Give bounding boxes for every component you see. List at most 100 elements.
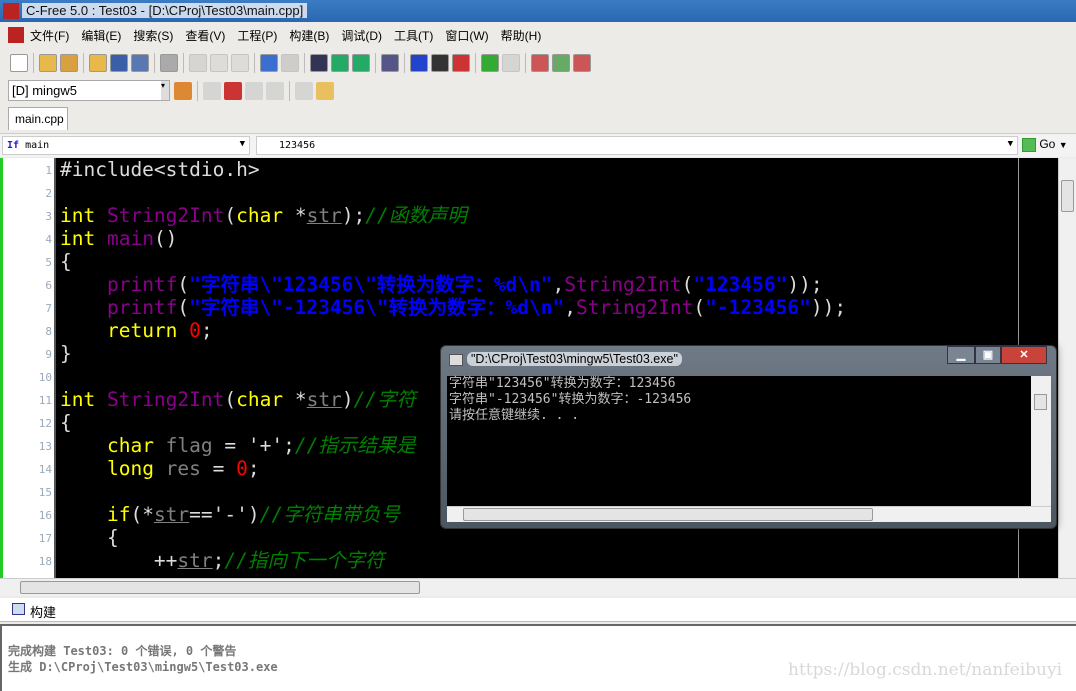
console-line: 请按任意键继续. . . bbox=[449, 408, 580, 423]
line-number: 14 bbox=[38, 463, 52, 476]
menu-item[interactable]: 文件(F) bbox=[24, 27, 75, 44]
function-select[interactable]: If main ▼ bbox=[2, 136, 250, 155]
line-number: 16 bbox=[38, 509, 52, 522]
scrollbar-thumb[interactable] bbox=[463, 508, 873, 521]
toolbar-separator bbox=[375, 53, 376, 73]
app-menu-icon[interactable] bbox=[8, 27, 24, 43]
code-token: ; bbox=[200, 319, 213, 342]
build-tab[interactable]: 构建 bbox=[30, 602, 56, 621]
stop-icon[interactable] bbox=[224, 82, 242, 100]
close-button[interactable]: ✕ bbox=[1001, 346, 1047, 364]
find-icon[interactable] bbox=[310, 54, 328, 72]
menu-item[interactable]: 窗口(W) bbox=[439, 27, 494, 44]
toolbar-separator bbox=[289, 81, 290, 101]
menu-item[interactable]: 工具(T) bbox=[388, 27, 439, 44]
step-over-icon[interactable] bbox=[245, 82, 263, 100]
chevron-down-icon[interactable]: ▼ bbox=[1008, 139, 1013, 149]
title-bar: C-Free 5.0 : Test03 - [D:\CProj\Test03\m… bbox=[0, 0, 1076, 22]
debug-toolbar bbox=[174, 78, 334, 104]
code-token: printf bbox=[106, 273, 178, 296]
find-in-files-icon[interactable] bbox=[381, 54, 399, 72]
navigation-bar: If main ▼ 123456 ▼ Go ▼ bbox=[0, 133, 1076, 157]
bookmark-icon[interactable] bbox=[410, 54, 428, 72]
open-project-icon[interactable] bbox=[60, 54, 78, 72]
code-line: char flag = '+';//指示结果是 bbox=[60, 434, 416, 457]
code-token: = bbox=[200, 457, 237, 480]
code-token: String2Int bbox=[106, 388, 225, 411]
code-token: //函数声明 bbox=[365, 204, 467, 227]
console-window[interactable]: "D:\CProj\Test03\mingw5\Test03.exe" ▁ ▣ … bbox=[440, 345, 1057, 529]
minimize-button[interactable]: ▁ bbox=[947, 346, 975, 364]
menu-item[interactable]: 查看(V) bbox=[179, 27, 231, 44]
chevron-down-icon[interactable]: ▼ bbox=[240, 139, 245, 149]
toolbar-separator bbox=[197, 81, 198, 101]
symbol-select[interactable]: 123456 ▼ bbox=[256, 136, 1018, 155]
save-all-icon[interactable] bbox=[131, 54, 149, 72]
menu-item[interactable]: 编辑(E) bbox=[75, 27, 127, 44]
code-token: { bbox=[60, 250, 72, 273]
console-title: "D:\CProj\Test03\mingw5\Test03.exe" bbox=[467, 352, 682, 366]
hand-icon[interactable] bbox=[316, 82, 334, 100]
code-token: if bbox=[106, 503, 131, 526]
code-token: char bbox=[236, 204, 295, 227]
code-token: ( bbox=[681, 273, 694, 296]
new-file-icon[interactable] bbox=[10, 54, 28, 72]
menu-item[interactable]: 帮助(H) bbox=[495, 27, 548, 44]
open-folder-icon[interactable] bbox=[39, 54, 57, 72]
scrollbar-thumb[interactable] bbox=[1061, 180, 1074, 212]
code-line: { bbox=[60, 526, 119, 549]
menu-item[interactable]: 搜索(S) bbox=[127, 27, 179, 44]
editor-horizontal-scrollbar[interactable] bbox=[0, 578, 1076, 596]
open-icon[interactable] bbox=[89, 54, 107, 72]
build-list-icon bbox=[12, 603, 25, 615]
compiler-select[interactable]: [D] mingw5 ▾ bbox=[8, 80, 170, 101]
cut-icon[interactable] bbox=[189, 54, 207, 72]
menu-item[interactable]: 构建(B) bbox=[283, 27, 335, 44]
find-next-icon[interactable] bbox=[331, 54, 349, 72]
switch-compiler-icon[interactable] bbox=[174, 82, 192, 100]
line-number: 18 bbox=[38, 555, 52, 568]
code-token: str bbox=[177, 549, 213, 572]
editor-vertical-scrollbar[interactable] bbox=[1058, 158, 1076, 578]
console-vertical-scrollbar[interactable] bbox=[1031, 376, 1051, 506]
code-token: int bbox=[60, 388, 107, 411]
line-number: 3 bbox=[45, 210, 52, 223]
chevron-down-icon[interactable]: ▾ bbox=[161, 81, 169, 100]
menu-item[interactable]: 调试(D) bbox=[335, 27, 388, 44]
paste-icon[interactable] bbox=[231, 54, 249, 72]
step-into-icon[interactable] bbox=[266, 82, 284, 100]
bookmark-config-icon[interactable] bbox=[431, 54, 449, 72]
back-icon[interactable] bbox=[481, 54, 499, 72]
scrollbar-thumb[interactable] bbox=[20, 581, 420, 594]
chevron-down-icon[interactable]: ▼ bbox=[1059, 140, 1068, 150]
go-button[interactable]: Go ▼ bbox=[1022, 137, 1068, 152]
build-icon[interactable] bbox=[531, 54, 549, 72]
forward-icon[interactable] bbox=[502, 54, 520, 72]
copy-icon[interactable] bbox=[210, 54, 228, 72]
scrollbar-thumb[interactable] bbox=[1034, 394, 1047, 410]
run-icon[interactable] bbox=[203, 82, 221, 100]
print-icon[interactable] bbox=[160, 54, 178, 72]
redo-icon[interactable] bbox=[281, 54, 299, 72]
build-panel-header: 构建 bbox=[0, 598, 1076, 622]
code-token: str bbox=[306, 388, 342, 411]
breakpoints-icon[interactable] bbox=[295, 82, 313, 100]
save-icon[interactable] bbox=[110, 54, 128, 72]
line-number: 8 bbox=[45, 325, 52, 338]
code-line: int String2Int(char *str);//函数声明 bbox=[60, 204, 467, 227]
find-prev-icon[interactable] bbox=[352, 54, 370, 72]
line-number: 1 bbox=[45, 164, 52, 177]
console-horizontal-scrollbar[interactable] bbox=[447, 506, 1051, 522]
run-icon[interactable] bbox=[552, 54, 570, 72]
go-arrow-icon bbox=[1022, 137, 1036, 152]
menu-item[interactable]: 工程(P) bbox=[231, 27, 283, 44]
undo-icon[interactable] bbox=[260, 54, 278, 72]
clear-bookmark-icon[interactable] bbox=[452, 54, 470, 72]
line-number: 10 bbox=[38, 371, 52, 384]
tab-main-cpp[interactable]: main.cpp bbox=[8, 107, 68, 130]
code-token: , bbox=[552, 273, 565, 296]
maximize-button[interactable]: ▣ bbox=[975, 346, 1001, 364]
clear-icon[interactable] bbox=[573, 54, 591, 72]
